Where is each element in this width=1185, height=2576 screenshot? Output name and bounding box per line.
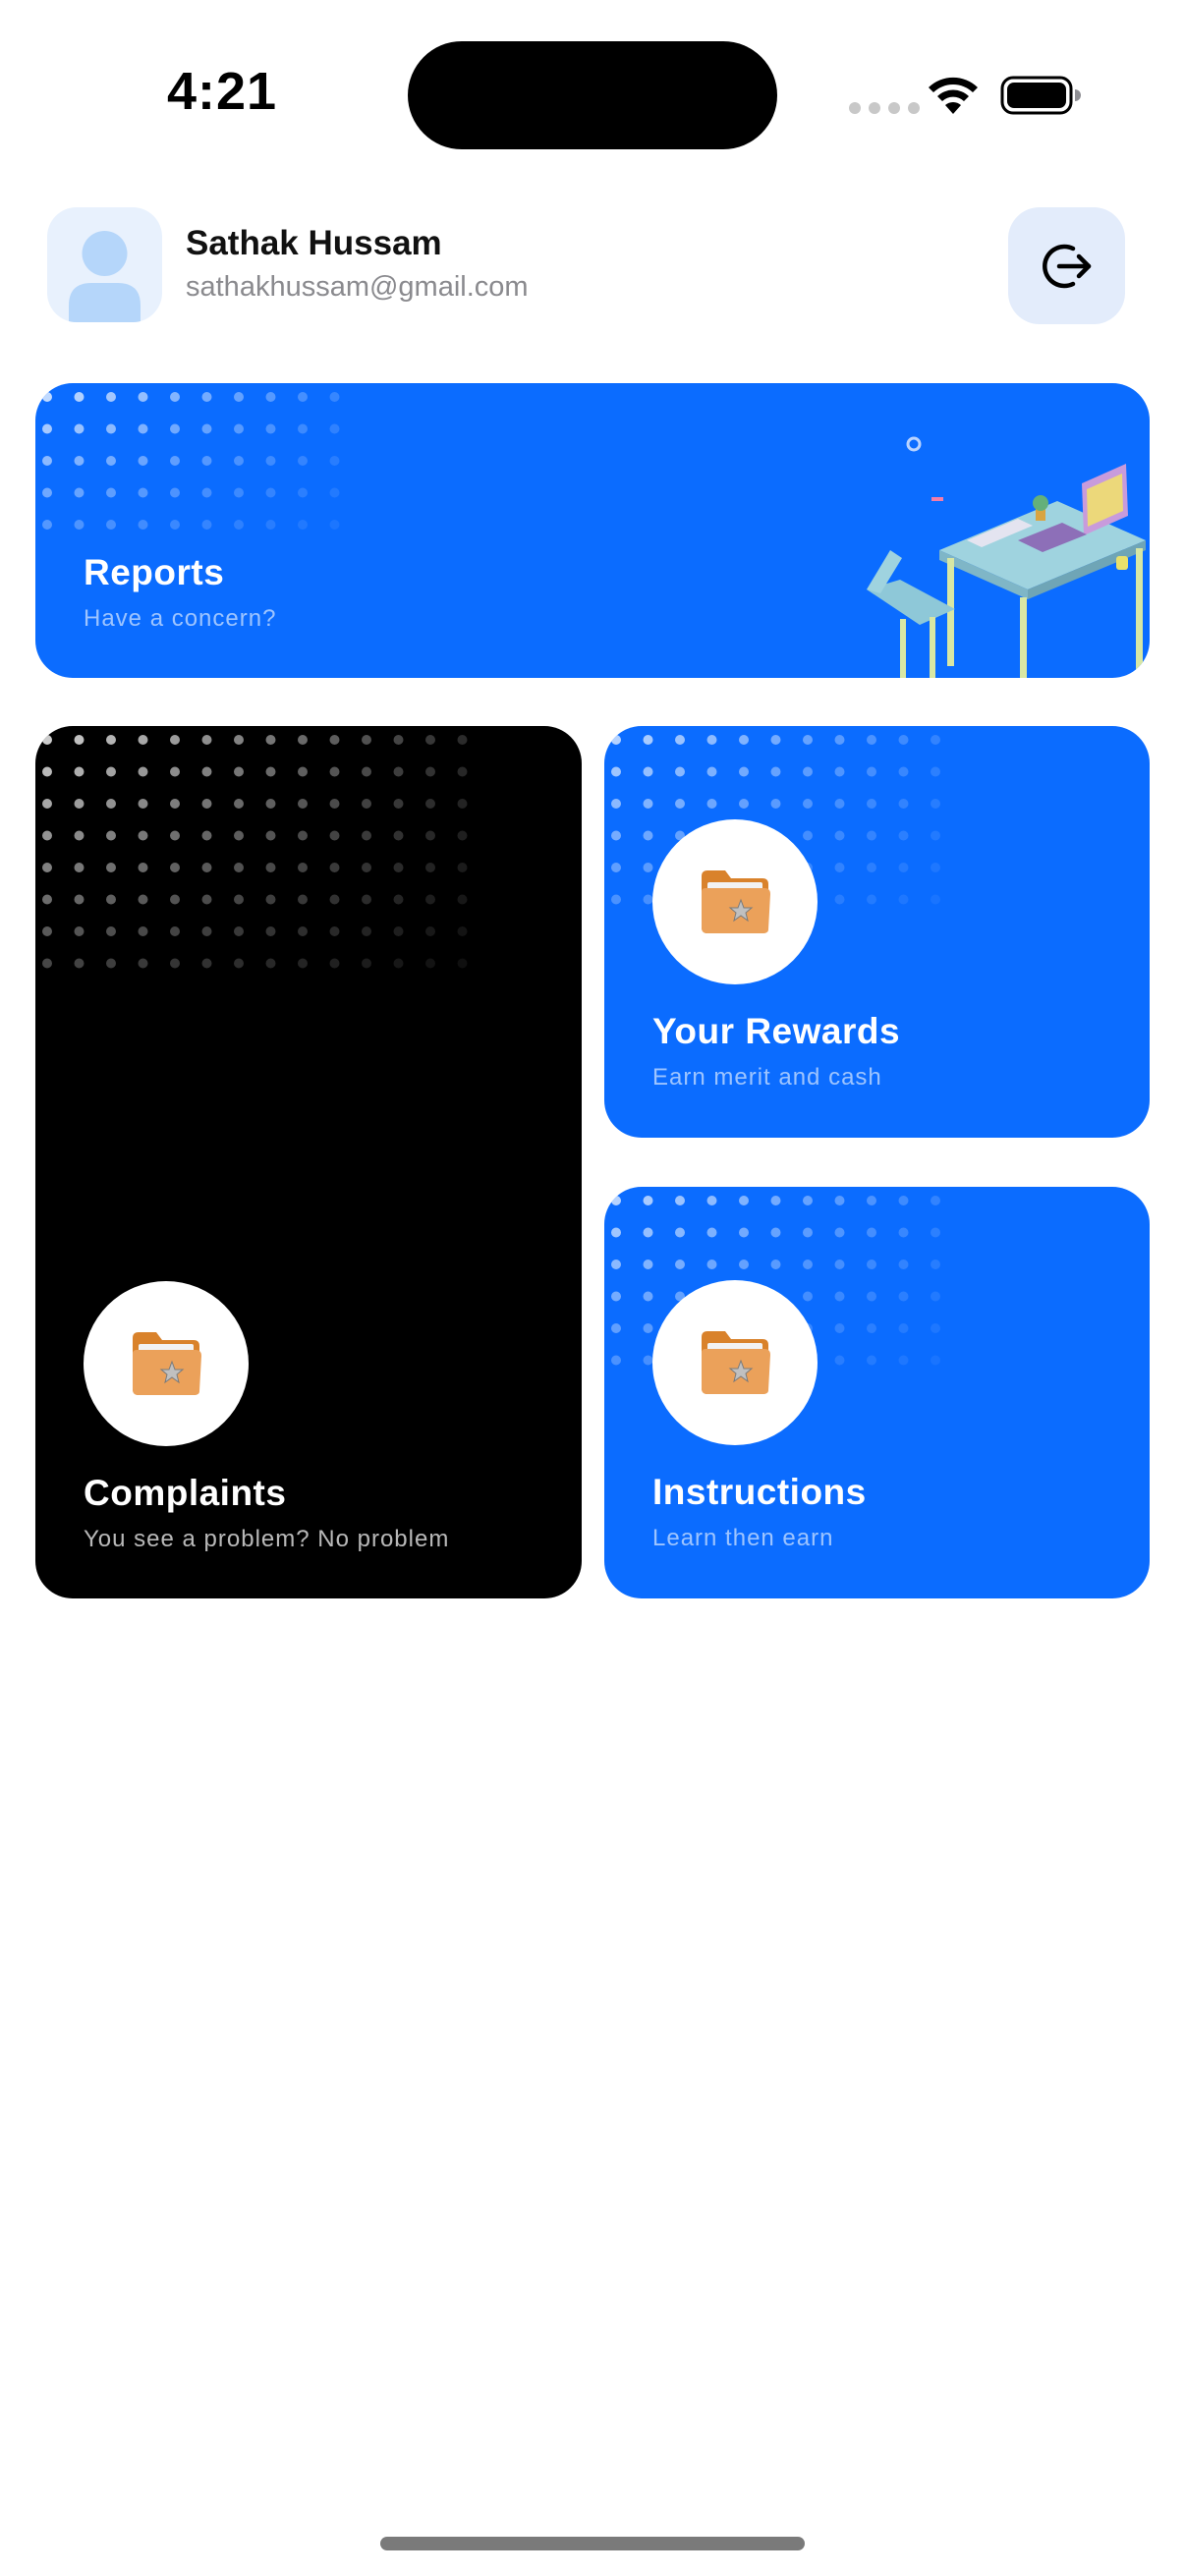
instructions-icon-circle [652,1280,818,1445]
cellular-signal-icon [849,102,920,114]
dot-pattern [42,735,468,969]
reports-card[interactable]: Reports Have a concern? [35,383,1150,678]
desk-illustration [867,436,1146,678]
instructions-card[interactable]: Instructions Learn then earn [604,1187,1150,1598]
home-indicator[interactable] [380,2537,805,2550]
user-name: Sathak Hussam [186,224,442,262]
person-icon [69,231,141,322]
logout-icon [1042,244,1091,288]
instructions-title: Instructions [652,1472,867,1512]
rewards-title: Your Rewards [652,1011,901,1051]
complaints-icon-circle [84,1281,249,1446]
logout-button[interactable] [1008,207,1125,324]
folder-star-icon [702,870,770,933]
folder-star-icon [702,1331,770,1394]
complaints-title: Complaints [84,1473,287,1513]
dynamic-island [408,41,777,149]
rewards-card[interactable]: Your Rewards Earn merit and cash [604,726,1150,1138]
complaints-card[interactable]: Complaints You see a problem? No problem [35,726,582,1598]
wifi-icon [929,77,978,114]
complaints-subtitle: You see a problem? No problem [84,1526,450,1552]
reports-title: Reports [84,552,225,592]
avatar[interactable] [47,207,162,322]
status-time: 4:21 [167,62,278,121]
user-email: sathakhussam@gmail.com [186,271,529,303]
rewards-icon-circle [652,819,818,984]
folder-star-icon [133,1332,201,1395]
status-bar: 4:21 [0,0,1185,196]
battery-icon [1000,76,1081,115]
instructions-subtitle: Learn then earn [652,1525,834,1551]
rewards-subtitle: Earn merit and cash [652,1064,882,1091]
dot-pattern [42,392,340,530]
reports-subtitle: Have a concern? [84,605,277,632]
